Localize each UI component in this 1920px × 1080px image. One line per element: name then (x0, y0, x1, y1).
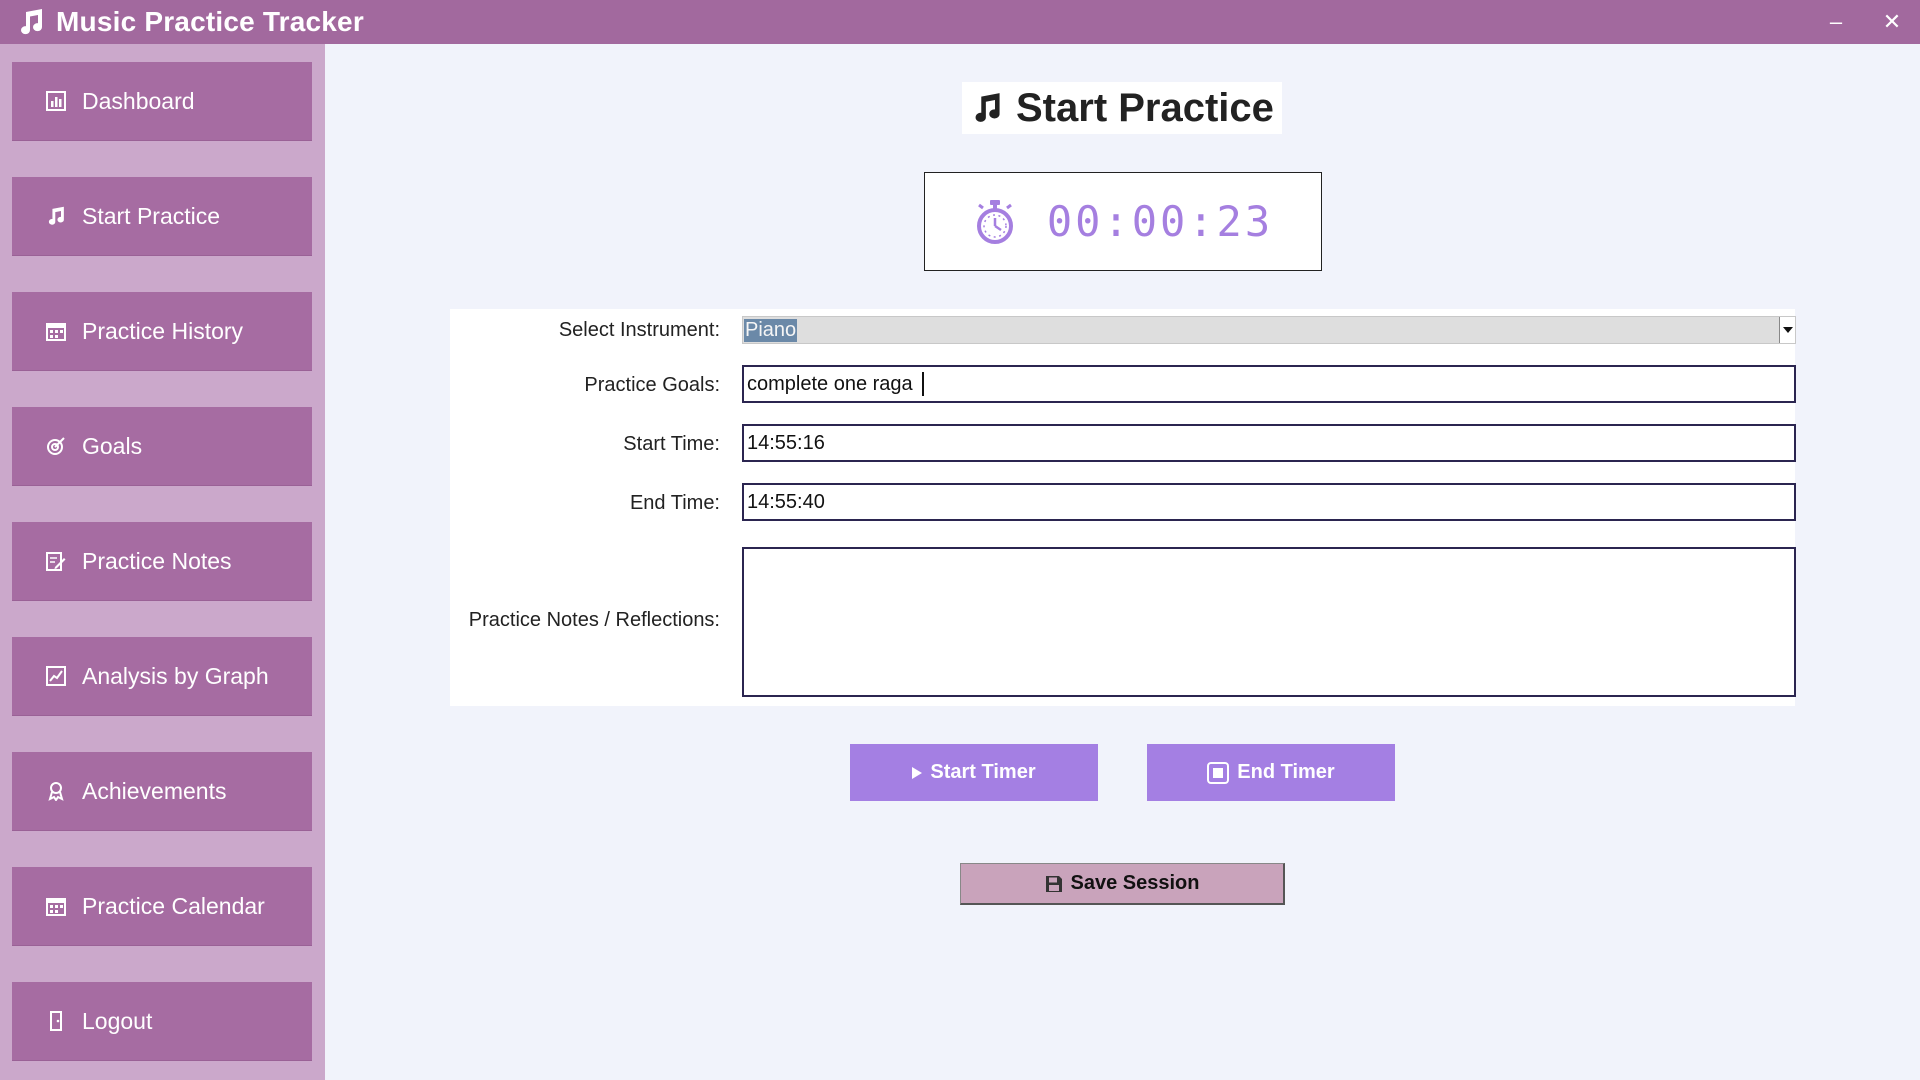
end-timer-button[interactable]: End Timer (1147, 744, 1395, 801)
sidebar: Dashboard Start Practice Practice Histor… (0, 44, 325, 1080)
timer-value: 00:00:23 (1046, 197, 1274, 246)
start-timer-button[interactable]: Start Timer (850, 744, 1098, 801)
stop-icon (1207, 761, 1230, 784)
window-controls: – ✕ (1808, 0, 1920, 44)
note-edit-icon (44, 549, 68, 573)
sidebar-item-label: Practice History (82, 317, 244, 344)
end-time-field[interactable]: 14:55:40 (742, 483, 1796, 521)
bar-chart-icon (44, 89, 68, 113)
music-note-icon (970, 91, 1004, 125)
sidebar-item-achievements[interactable]: Achievements (12, 752, 312, 831)
sidebar-item-label: Start Practice (82, 202, 221, 229)
goals-label: Practice Goals: (584, 374, 720, 396)
app-title: Music Practice Tracker (56, 6, 364, 37)
trophy-icon (44, 779, 68, 803)
music-note-icon (16, 7, 46, 37)
stopwatch-icon (976, 199, 1013, 244)
sidebar-item-practice-calendar[interactable]: Practice Calendar (12, 867, 312, 946)
sidebar-item-label: Analysis by Graph (82, 662, 269, 689)
sidebar-item-label: Practice Notes (82, 547, 232, 574)
sidebar-item-label: Dashboard (82, 87, 195, 114)
chevron-down-icon[interactable] (1779, 317, 1795, 343)
sidebar-item-label: Achievements (82, 777, 227, 804)
sidebar-item-goals[interactable]: Goals (12, 407, 312, 486)
goals-input[interactable]: complete one raga (742, 365, 1796, 403)
sidebar-item-logout[interactable]: Logout (12, 982, 312, 1061)
music-note-icon (44, 204, 68, 228)
sidebar-item-practice-history[interactable]: Practice History (12, 292, 312, 371)
end-timer-label: End Timer (1237, 761, 1335, 783)
start-timer-label: Start Timer (930, 761, 1036, 783)
sidebar-item-label: Goals (82, 432, 143, 459)
timer-display: 00:00:23 (924, 172, 1322, 271)
floppy-disk-icon (1045, 875, 1063, 893)
calendar-icon (44, 319, 68, 343)
page-title: Start Practice (1016, 85, 1274, 130)
page-header: Start Practice (962, 82, 1282, 134)
main-content: Start Practice 00:00:23 Select Instrumen… (325, 44, 1920, 1080)
minimize-button[interactable]: – (1808, 0, 1864, 44)
text-cursor (922, 372, 925, 396)
save-session-button[interactable]: Save Session (960, 863, 1285, 905)
title-bar: Music Practice Tracker – ✕ (0, 0, 1920, 44)
end-time-label: End Time: (629, 492, 720, 514)
save-session-label: Save Session (1070, 872, 1200, 894)
calendar-icon (44, 894, 68, 918)
door-icon (44, 1009, 68, 1033)
goals-value: complete one raga (747, 372, 919, 395)
instrument-value: Piano (744, 318, 798, 342)
practice-form: Select Instrument: Piano Practice Goals:… (450, 309, 1796, 706)
instrument-select[interactable]: Piano (742, 316, 1796, 344)
notes-textarea[interactable] (742, 547, 1796, 697)
start-time-value: 14:55:16 (747, 431, 825, 454)
start-time-label: Start Time: (623, 433, 720, 455)
close-button[interactable]: ✕ (1864, 0, 1920, 44)
notes-label: Practice Notes / Reflections: (468, 609, 720, 631)
end-time-value: 14:55:40 (747, 490, 825, 513)
line-chart-icon (44, 664, 68, 688)
sidebar-item-practice-notes[interactable]: Practice Notes (12, 522, 312, 601)
target-icon (44, 434, 68, 458)
sidebar-item-label: Logout (82, 1007, 153, 1034)
sidebar-item-dashboard[interactable]: Dashboard (12, 62, 312, 141)
sidebar-item-label: Practice Calendar (82, 892, 265, 919)
start-time-field[interactable]: 14:55:16 (742, 424, 1796, 462)
instrument-label: Select Instrument: (558, 319, 720, 341)
sidebar-item-start-practice[interactable]: Start Practice (12, 177, 312, 256)
sidebar-item-analysis-by-graph[interactable]: Analysis by Graph (12, 637, 312, 716)
play-icon (912, 766, 923, 779)
